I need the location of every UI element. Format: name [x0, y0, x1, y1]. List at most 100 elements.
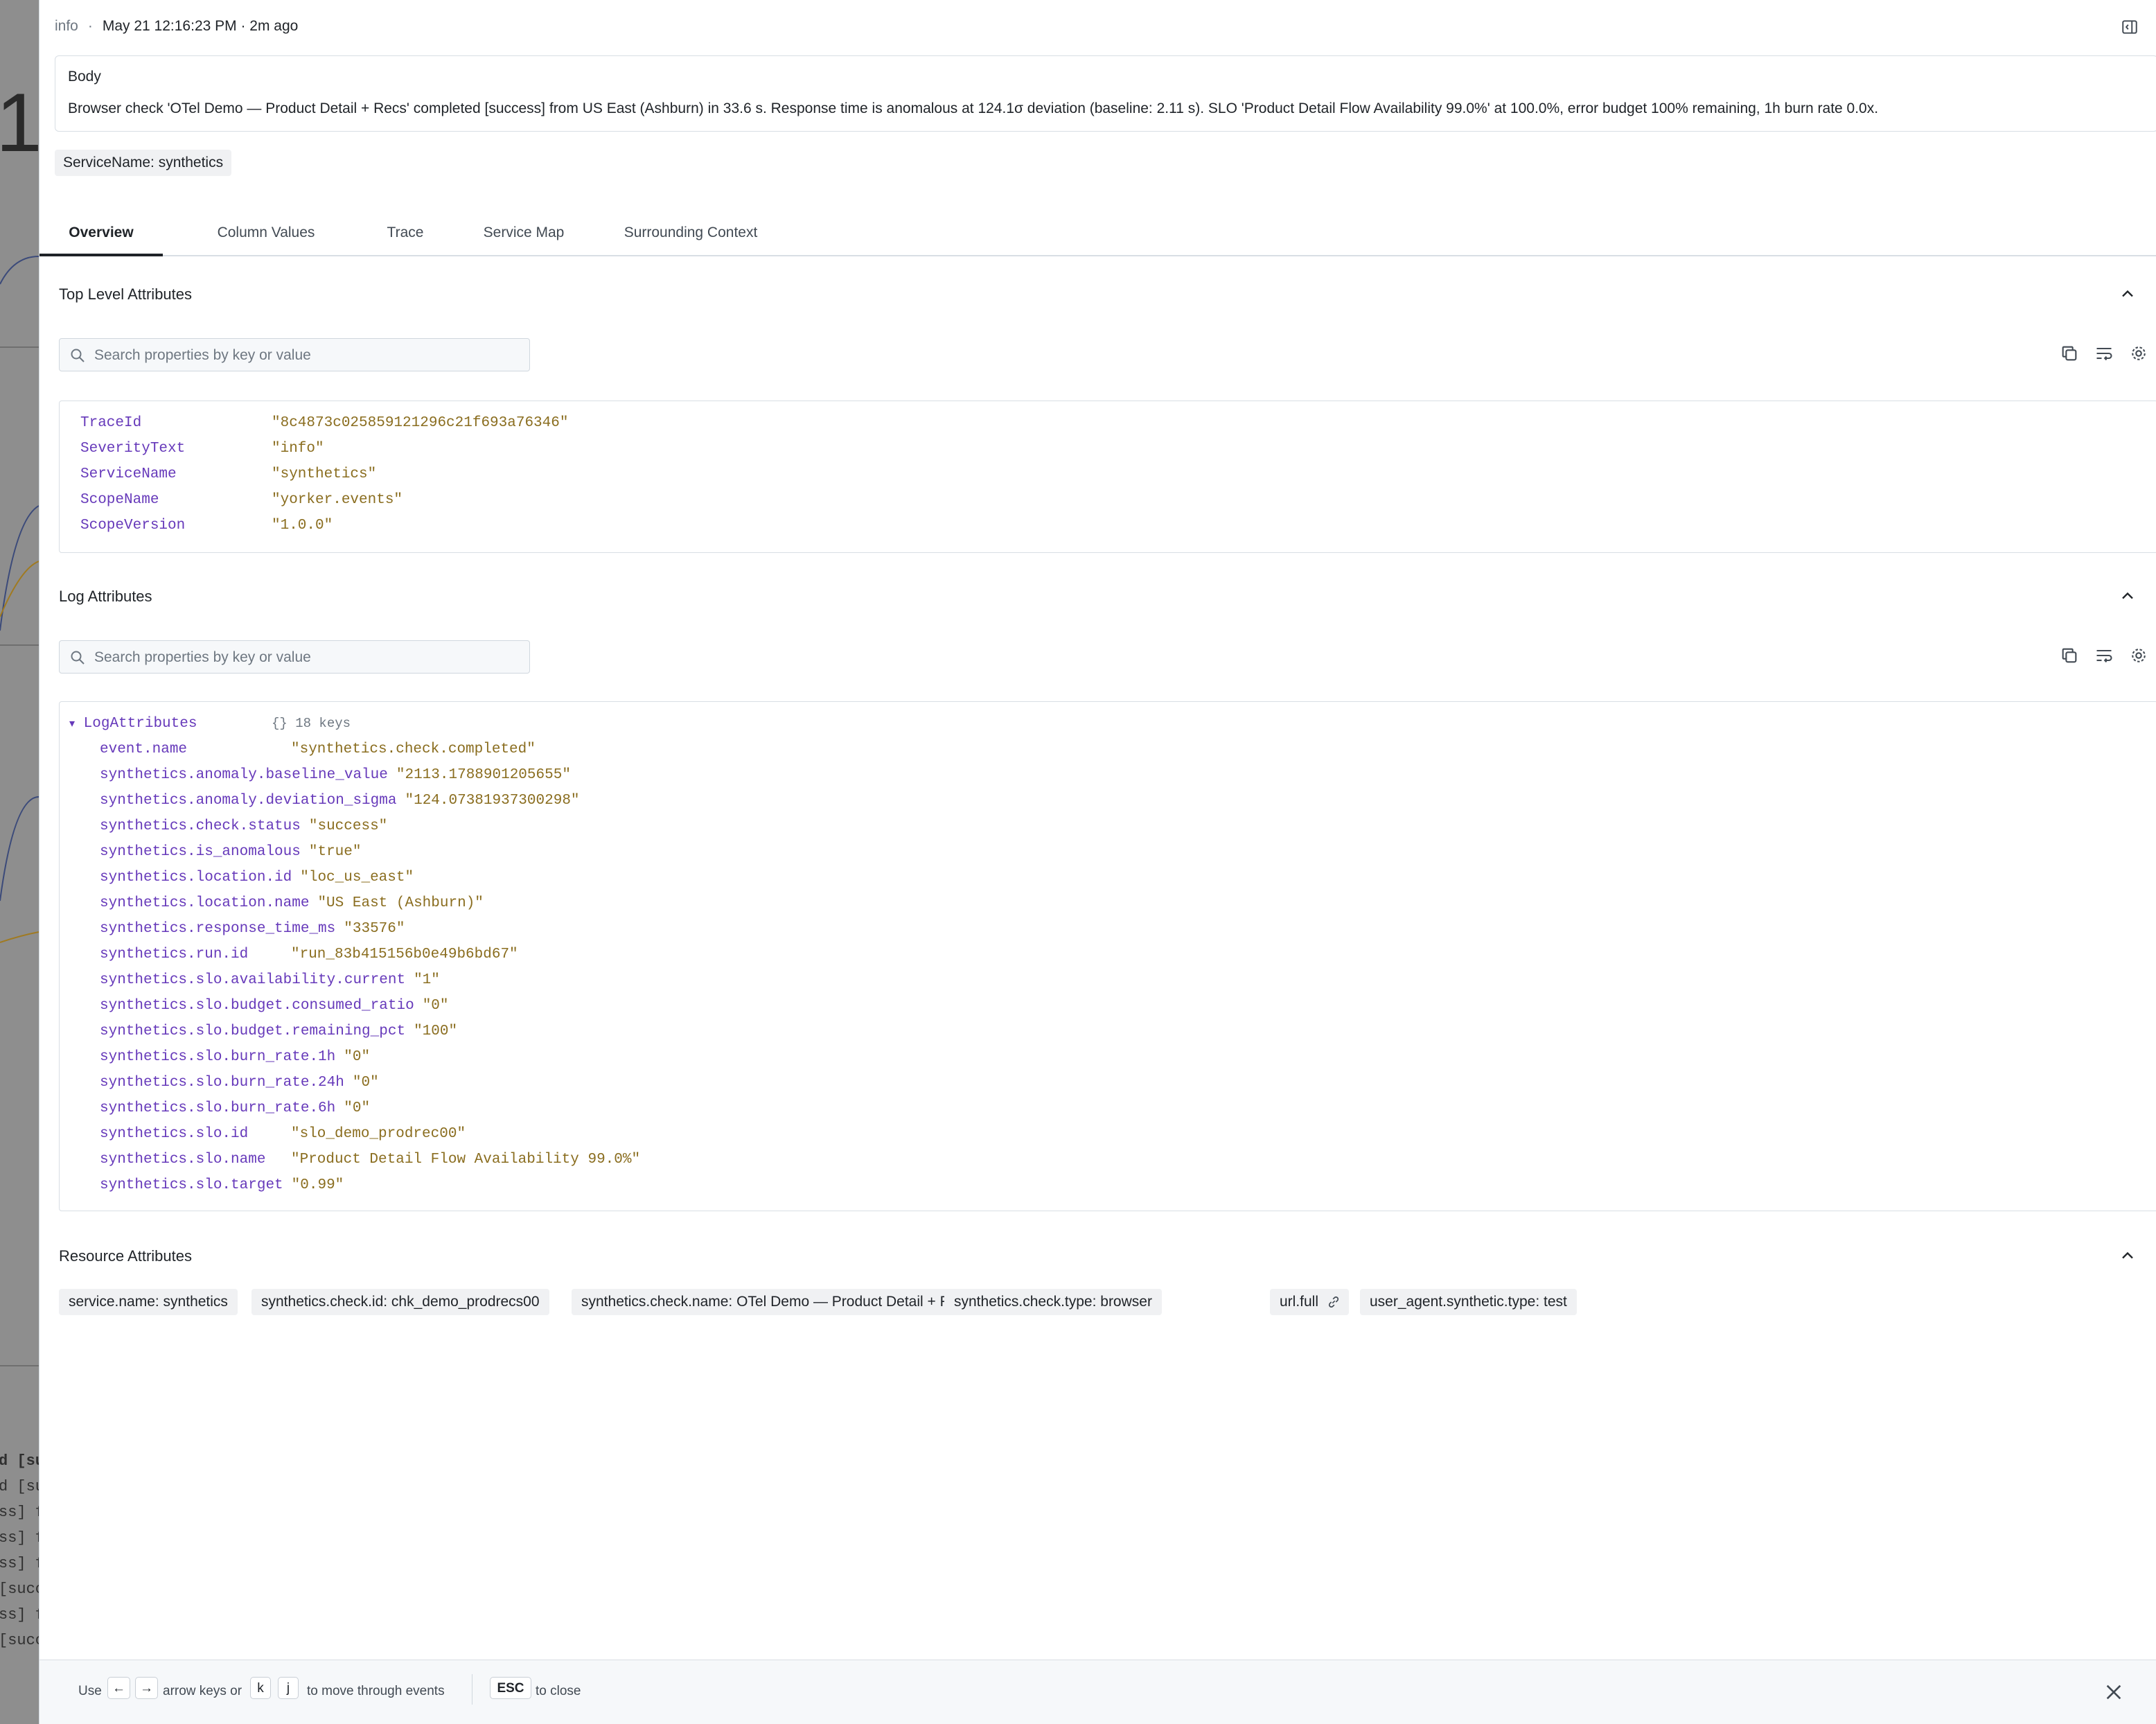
gear-icon[interactable] [2129, 646, 2148, 665]
attribute-key: ServiceName [80, 466, 177, 482]
attribute-row: synthetics.run.id "run_83b415156b0e49b6bd… [100, 947, 518, 962]
attribute-row: ScopeVersion [80, 518, 185, 534]
attribute-row: synthetics.slo.burn_rate.24h "0" [100, 1075, 379, 1091]
body-text: Browser check 'OTel Demo — Product Detai… [68, 100, 1879, 116]
caret-down-icon[interactable]: ▾ [69, 718, 75, 730]
attribute-row: synthetics.slo.budget.consumed_ratio "0" [100, 998, 449, 1014]
attribute-value: "0.99" [291, 1177, 344, 1193]
chevron-up-icon[interactable] [2118, 586, 2137, 606]
keyboard-hint-footer: Use ← → arrow keys or k j to move throug… [39, 1660, 2156, 1724]
attribute-key: synthetics.location.id [100, 870, 292, 886]
background-log-row: ss] f [0, 1504, 39, 1521]
attribute-value: "100" [414, 1023, 458, 1039]
chevron-up-icon[interactable] [2118, 1246, 2137, 1265]
chevron-up-icon[interactable] [2118, 284, 2137, 304]
attribute-key: TraceId [80, 415, 142, 431]
attribute-value: "run_83b415156b0e49b6bd67" [291, 947, 518, 962]
resource-chip-label: url.full [1280, 1294, 1319, 1310]
attribute-row: synthetics.slo.burn_rate.6h "0" [100, 1100, 370, 1116]
attribute-value: "US East (Ashburn)" [317, 895, 484, 911]
search-input[interactable] [93, 339, 525, 372]
attribute-value: "8c4873c025859121296c21f693a76346" [272, 415, 569, 431]
body-label: Body [68, 69, 101, 85]
tab-bar: Overview Column Values Trace Service Map… [39, 212, 2156, 256]
attribute-row: synthetics.is_anomalous "true" [100, 844, 361, 860]
background-log-row: ss] f [0, 1529, 39, 1547]
attribute-value: "1.0.0" [272, 518, 333, 534]
top-level-attributes-title: Top Level Attributes [59, 285, 193, 303]
resource-chip[interactable]: synthetics.check.type: browser [944, 1289, 1162, 1315]
wrap-lines-icon[interactable] [2094, 646, 2114, 665]
footer-arrow-text: arrow keys or [163, 1684, 242, 1698]
attribute-row: synthetics.response_time_ms "33576" [100, 921, 405, 937]
attribute-key: synthetics.slo.budget.remaining_pct [100, 1023, 406, 1039]
gear-icon[interactable] [2129, 344, 2148, 363]
attribute-key: ScopeVersion [80, 518, 186, 534]
attribute-value: "info" [272, 441, 324, 457]
wrap-lines-icon[interactable] [2094, 344, 2114, 363]
right-arrow-key: → [135, 1677, 158, 1699]
attribute-key: synthetics.location.name [100, 895, 310, 911]
background-app: 1 d [su d [su ss] f ss] f ss] f [succ ss… [0, 0, 39, 1724]
severity-label: info [55, 18, 78, 34]
attribute-row: SeverityText [80, 441, 185, 457]
attribute-key: synthetics.check.status [100, 818, 301, 834]
left-arrow-key: ← [107, 1677, 130, 1699]
background-divider [0, 1365, 39, 1366]
tab-trace[interactable]: Trace [371, 212, 440, 255]
attribute-value: "0" [422, 998, 449, 1014]
attribute-key: synthetics.slo.budget.consumed_ratio [100, 998, 414, 1014]
attribute-key: SeverityText [80, 441, 186, 457]
k-key: k [250, 1677, 271, 1699]
attribute-value: "loc_us_east" [300, 870, 414, 886]
tab-column-values[interactable]: Column Values [214, 212, 318, 255]
copy-icon[interactable] [2060, 646, 2079, 665]
attribute-row: synthetics.location.id "loc_us_east" [100, 870, 414, 886]
attribute-row: synthetics.slo.id "slo_demo_prodrec00" [100, 1126, 466, 1142]
attribute-value: "synthetics.check.completed" [291, 741, 536, 757]
j-key: j [278, 1677, 299, 1699]
log-attributes-search [59, 640, 530, 674]
resource-chip[interactable]: service.name: synthetics [59, 1289, 238, 1315]
tab-service-map[interactable]: Service Map [472, 212, 576, 255]
log-attributes-root[interactable]: ▾ LogAttributes [69, 716, 197, 732]
log-attributes-toolbar [2060, 646, 2156, 667]
footer-move-text: to move through events [307, 1684, 445, 1698]
panel-collapse-icon[interactable] [2121, 18, 2139, 36]
attribute-key: synthetics.slo.name [100, 1152, 266, 1168]
event-detail-drawer: info · May 21 12:16:23 PM · 2m ago Body Br… [39, 0, 2156, 1724]
service-name-chip[interactable]: ServiceName: synthetics [55, 150, 232, 176]
attribute-value: "true" [308, 844, 362, 860]
top-level-toolbar [2060, 344, 2156, 364]
resource-chip-url[interactable]: url.full [1270, 1289, 1350, 1315]
attribute-row: synthetics.slo.target "0.99" [100, 1177, 344, 1193]
link-icon [1328, 1296, 1339, 1308]
close-icon[interactable] [2103, 1681, 2125, 1703]
resource-chip[interactable]: user_agent.synthetic.type: test [1360, 1289, 1577, 1315]
attribute-row: ScopeName [80, 492, 159, 508]
copy-icon[interactable] [2060, 344, 2079, 363]
background-log-row: ss] f [0, 1606, 39, 1624]
attribute-value: "success" [308, 818, 388, 834]
attribute-row: synthetics.slo.availability.current "1" [100, 972, 440, 988]
attribute-key: synthetics.response_time_ms [100, 921, 336, 937]
resource-chip[interactable]: synthetics.check.name: OTel Demo — Produ… [572, 1289, 983, 1315]
body-card: Body Browser check 'OTel Demo — Product … [55, 55, 2156, 132]
attribute-key: synthetics.slo.burn_rate.6h [100, 1100, 336, 1116]
attribute-value: "slo_demo_prodrec00" [291, 1126, 466, 1142]
search-input[interactable] [93, 641, 525, 674]
event-header: info · May 21 12:16:23 PM · 2m ago [55, 18, 298, 35]
attribute-row: TraceId [80, 415, 141, 431]
background-chart [0, 256, 39, 943]
keys-count: {} 18 keys [272, 716, 351, 731]
tab-surrounding-context[interactable]: Surrounding Context [612, 212, 770, 255]
attribute-key: synthetics.slo.availability.current [100, 972, 406, 988]
separator-dot: · [87, 18, 93, 34]
resource-chip[interactable]: synthetics.check.id: chk_demo_prodrecs00 [251, 1289, 549, 1315]
top-level-search [59, 338, 530, 372]
tab-overview[interactable]: Overview [39, 212, 163, 256]
attribute-key: ScopeName [80, 492, 159, 508]
event-timestamp: May 21 12:16:23 PM · 2m ago [102, 18, 299, 34]
attribute-key: synthetics.anomaly.baseline_value [100, 767, 388, 783]
attribute-row: synthetics.check.status "success" [100, 818, 387, 834]
